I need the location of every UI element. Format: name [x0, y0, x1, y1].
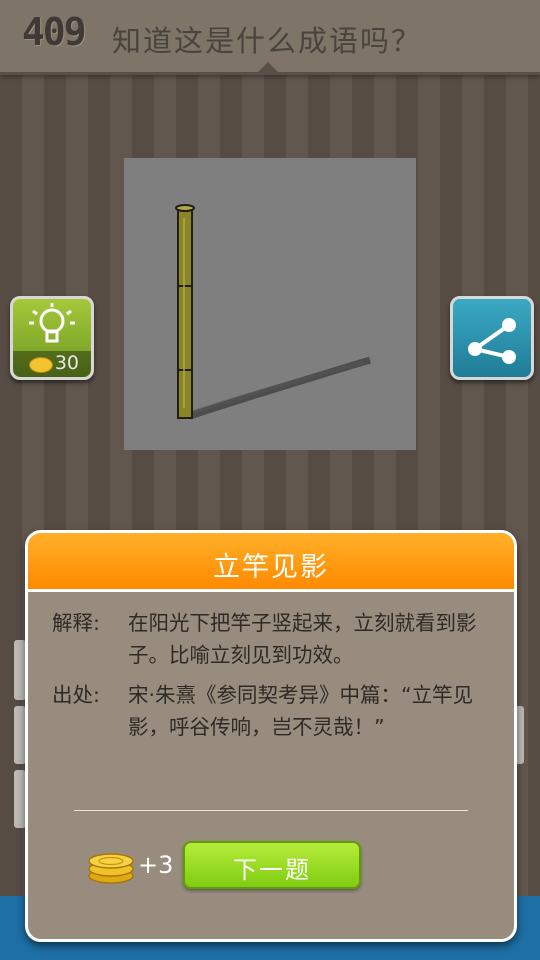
- explanation-label: 解释:: [52, 611, 100, 635]
- hint-cost-badge: 30: [13, 351, 91, 377]
- source-text: 宋·朱熹《参同契考异》中篇：“立竿见影，呼谷传响，岂不灵哉！”: [128, 683, 474, 739]
- puzzle-image: [124, 158, 416, 450]
- explanation-row: 解释: 在阳光下把竿子竖起来，立刻就看到影子。比喻立刻见到功效。: [52, 607, 492, 671]
- pointer-caret: [258, 62, 278, 72]
- source-label: 出处:: [52, 683, 100, 707]
- hint-button[interactable]: 30: [10, 296, 94, 380]
- lightbulb-icon: [29, 303, 75, 343]
- next-question-button[interactable]: 下一题: [183, 841, 361, 889]
- dialog-header: 立竿见影: [28, 533, 514, 592]
- coin-icon: [29, 357, 53, 373]
- coin-stack-icon: [88, 853, 134, 884]
- coin-reward: +3: [138, 851, 174, 879]
- bamboo-pole-picture: [175, 204, 372, 420]
- next-question-label: 下一题: [233, 856, 311, 884]
- share-icon: [468, 318, 516, 364]
- level-number: 409: [22, 10, 87, 54]
- divider: [74, 810, 468, 811]
- share-button[interactable]: [450, 296, 534, 380]
- top-bar: 409 知道这是什么成语吗？: [0, 0, 540, 75]
- question-prompt: 知道这是什么成语吗？: [112, 24, 423, 58]
- explanation-text: 在阳光下把竿子竖起来，立刻就看到影子。比喻立刻见到功效。: [128, 611, 477, 667]
- source-row: 出处: 宋·朱熹《参同契考异》中篇：“立竿见影，呼谷传响，岂不灵哉！”: [52, 679, 492, 743]
- hint-cost: 30: [54, 352, 79, 374]
- answer-dialog: 立竿见影 解释: 在阳光下把竿子竖起来，立刻就看到影子。比喻立刻见到功效。 出处…: [25, 530, 517, 942]
- idiom-title: 立竿见影: [213, 552, 329, 583]
